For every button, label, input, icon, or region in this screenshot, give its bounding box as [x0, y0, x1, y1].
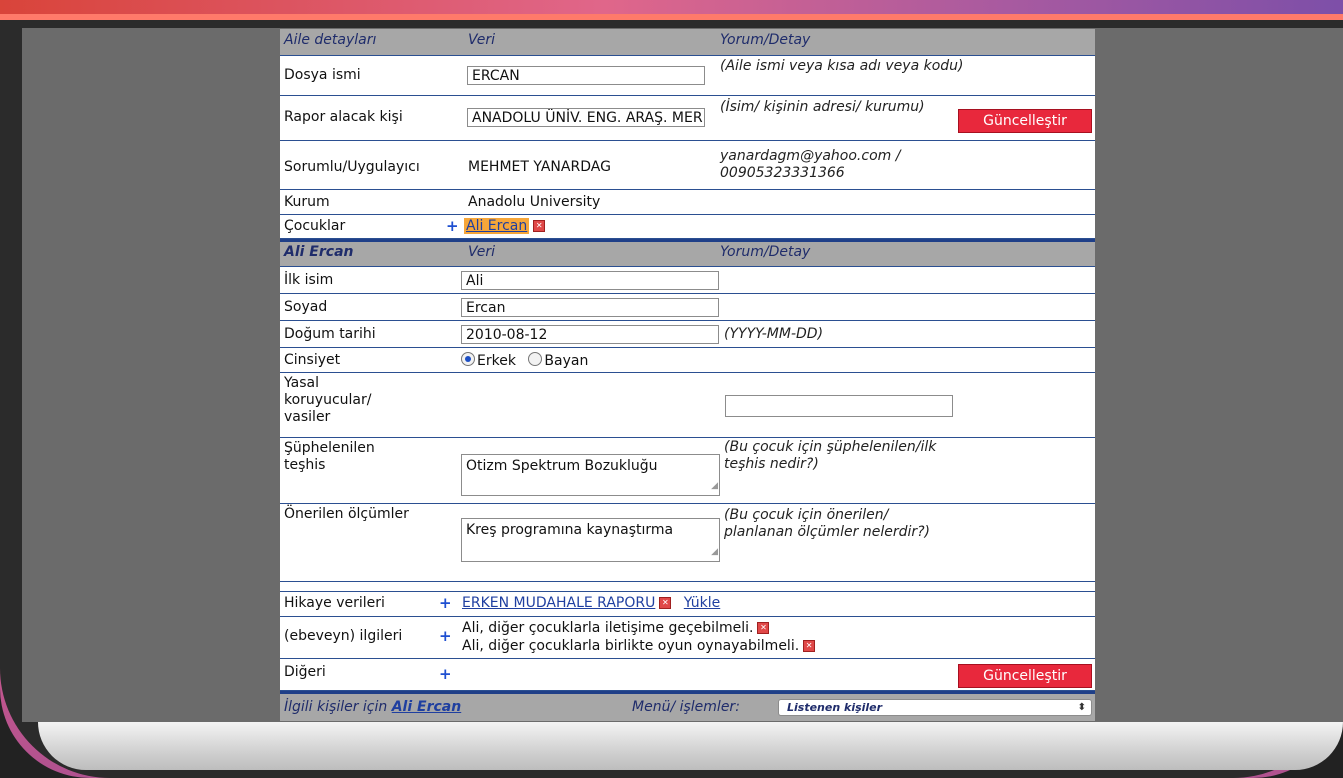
early-intervention-report-link[interactable]: ERKEN MUDAHALE RAPORU — [462, 595, 655, 611]
child-details-header: Ali Ercan Veri Yorum/Detay — [280, 239, 1095, 267]
gender-female-radio[interactable] — [528, 352, 543, 366]
menu-selected-option: Listenen kişiler — [787, 701, 883, 714]
birth-date-format-hint: (YYYY-MM-DD) — [724, 326, 824, 342]
child-link-ali-ercan[interactable]: Ali Ercan — [464, 218, 530, 234]
recommended-measures-row: Önerilen ölçümler Kreş programına kaynaş… — [280, 504, 1095, 582]
guardians-input[interactable] — [725, 395, 953, 417]
family-header-col1: Aile detayları — [284, 32, 377, 48]
responsible-value: MEHMET YANARDAG — [468, 159, 611, 175]
update-button-top[interactable]: Güncelleştir — [958, 109, 1092, 133]
update-button-bottom[interactable]: Güncelleştir — [958, 664, 1092, 688]
responsible-label: Sorumlu/Uygulayıcı — [284, 159, 420, 175]
footer-prefix-wrap: İlgili kişiler için Ali Ercan — [284, 699, 461, 715]
report-recipient-row: Rapor alacak kişi ANADOLU ÜNİV. ENG. ARA… — [280, 96, 1095, 141]
suspected-diagnosis-label: Şüphelenilen teşhis — [284, 440, 375, 473]
add-concern-button[interactable]: + — [439, 627, 452, 645]
responsible-contact: yanardagm@yahoo.com / 00905323331366 — [720, 148, 901, 181]
guardians-label: Yasal koruyucular/ vasiler — [284, 375, 372, 425]
add-other-button[interactable]: + — [439, 665, 452, 683]
birth-date-input[interactable]: 2010-08-12 — [461, 325, 719, 344]
story-data-row: Hikaye verileri + ERKEN MUDAHALE RAPORU ✕… — [280, 591, 1095, 617]
institution-row: Kurum Anadolu University — [280, 190, 1095, 215]
related-persons-footer: İlgili kişiler için Ali Ercan Menü/ işle… — [280, 691, 1095, 721]
recommended-measures-textarea[interactable]: Kreş programına kaynaştırma ◢ — [461, 518, 720, 562]
family-form-panel: Aile detayları Veri Yorum/Detay Dosya is… — [280, 29, 1095, 721]
child-header-col2: Veri — [468, 244, 496, 260]
first-name-input[interactable]: Ali — [461, 271, 719, 290]
responsible-row: Sorumlu/Uygulayıcı MEHMET YANARDAG yanar… — [280, 141, 1095, 190]
family-header-col3: Yorum/Detay — [720, 32, 811, 48]
other-label: Diğeri — [284, 664, 326, 680]
footer-child-link[interactable]: Ali Ercan — [392, 699, 462, 715]
delete-concern-icon[interactable]: ✕ — [757, 622, 770, 634]
children-label: Çocuklar — [284, 218, 346, 234]
suspected-diagnosis-value: Otizm Spektrum Bozukluğu — [466, 458, 658, 474]
institution-label: Kurum — [284, 194, 330, 210]
gender-row: Cinsiyet Erkek Bayan — [280, 348, 1095, 373]
gender-male-radio[interactable] — [461, 352, 475, 366]
resize-grip-icon[interactable]: ◢ — [711, 478, 718, 494]
add-story-button[interactable]: + — [439, 594, 452, 612]
children-row: Çocuklar + Ali Ercan ✕ — [280, 215, 1095, 239]
birth-date-row: Doğum tarihi 2010-08-12 (YYYY-MM-DD) — [280, 321, 1095, 348]
parent-concerns-row: (ebeveyn) ilgileri + Ali, diğer çocuklar… — [280, 616, 1095, 659]
child-header-col1: Ali Ercan — [284, 244, 354, 260]
delete-concern-icon[interactable]: ✕ — [803, 640, 816, 652]
delete-child-icon[interactable]: ✕ — [533, 220, 546, 232]
concern-item: Ali, diğer çocuklarla birlikte oyun oyna… — [462, 638, 800, 654]
family-details-header: Aile detayları Veri Yorum/Detay — [280, 29, 1095, 56]
file-name-input[interactable]: ERCAN — [467, 66, 705, 85]
suspected-diagnosis-row: Şüphelenilen teşhis Otizm Spektrum Bozuk… — [280, 438, 1095, 504]
gender-female-label: Bayan — [544, 353, 589, 369]
recommended-measures-label: Önerilen ölçümler — [284, 506, 409, 522]
guardians-row: Yasal koruyucular/ vasiler — [280, 373, 1095, 438]
last-name-input[interactable]: Ercan — [461, 298, 719, 317]
story-data-label: Hikaye verileri — [284, 595, 385, 611]
file-name-label: Dosya ismi — [284, 67, 361, 83]
footer-prefix: İlgili kişiler için — [284, 699, 388, 715]
first-name-row: İlk isim Ali — [280, 267, 1095, 294]
recommended-measures-comment: (Bu çocuk için önerilen/ planlanan ölçüm… — [724, 507, 931, 540]
report-recipient-input[interactable]: ANADOLU ÜNİV. ENG. ARAŞ. MERK. — [467, 108, 705, 127]
child-header-col3: Yorum/Detay — [720, 244, 811, 260]
recommended-measures-value: Kreş programına kaynaştırma — [466, 522, 674, 538]
select-arrows-icon: ⬍ — [1077, 702, 1086, 713]
file-name-row: Dosya ismi ERCAN (Aile ismi veya kısa ad… — [280, 56, 1095, 96]
last-name-label: Soyad — [284, 299, 328, 315]
concern-item: Ali, diğer çocuklarla iletişime geçebilm… — [462, 620, 754, 636]
suspected-diagnosis-comment: (Bu çocuk için şüphelenilen/ilk teşhis n… — [724, 439, 937, 472]
last-name-row: Soyad Ercan — [280, 294, 1095, 321]
report-recipient-comment: (İsim/ kişinin adresi/ kurumu) — [720, 99, 925, 115]
file-name-comment: (Aile ismi veya kısa adı veya kodu) — [720, 58, 964, 74]
report-recipient-label: Rapor alacak kişi — [284, 109, 403, 125]
first-name-label: İlk isim — [284, 272, 334, 288]
menu-label: Menü/ işlemler: — [632, 699, 740, 715]
institution-value: Anadolu University — [468, 194, 601, 210]
device-bottom-band — [38, 722, 1343, 770]
gender-male-label: Erkek — [477, 353, 516, 369]
add-child-button[interactable]: + — [446, 217, 459, 235]
family-header-col2: Veri — [468, 32, 496, 48]
upload-link[interactable]: Yükle — [684, 595, 720, 611]
other-row: Diğeri + Güncelleştir — [280, 659, 1095, 691]
suspected-diagnosis-textarea[interactable]: Otizm Spektrum Bozukluğu ◢ — [461, 454, 720, 496]
birth-date-label: Doğum tarihi — [284, 326, 376, 342]
parent-concerns-label: (ebeveyn) ilgileri — [284, 628, 403, 644]
delete-report-icon[interactable]: ✕ — [659, 597, 672, 609]
menu-actions-select[interactable]: Listenen kişiler ⬍ — [778, 699, 1092, 716]
resize-grip-icon[interactable]: ◢ — [711, 544, 718, 560]
gender-label: Cinsiyet — [284, 352, 341, 368]
